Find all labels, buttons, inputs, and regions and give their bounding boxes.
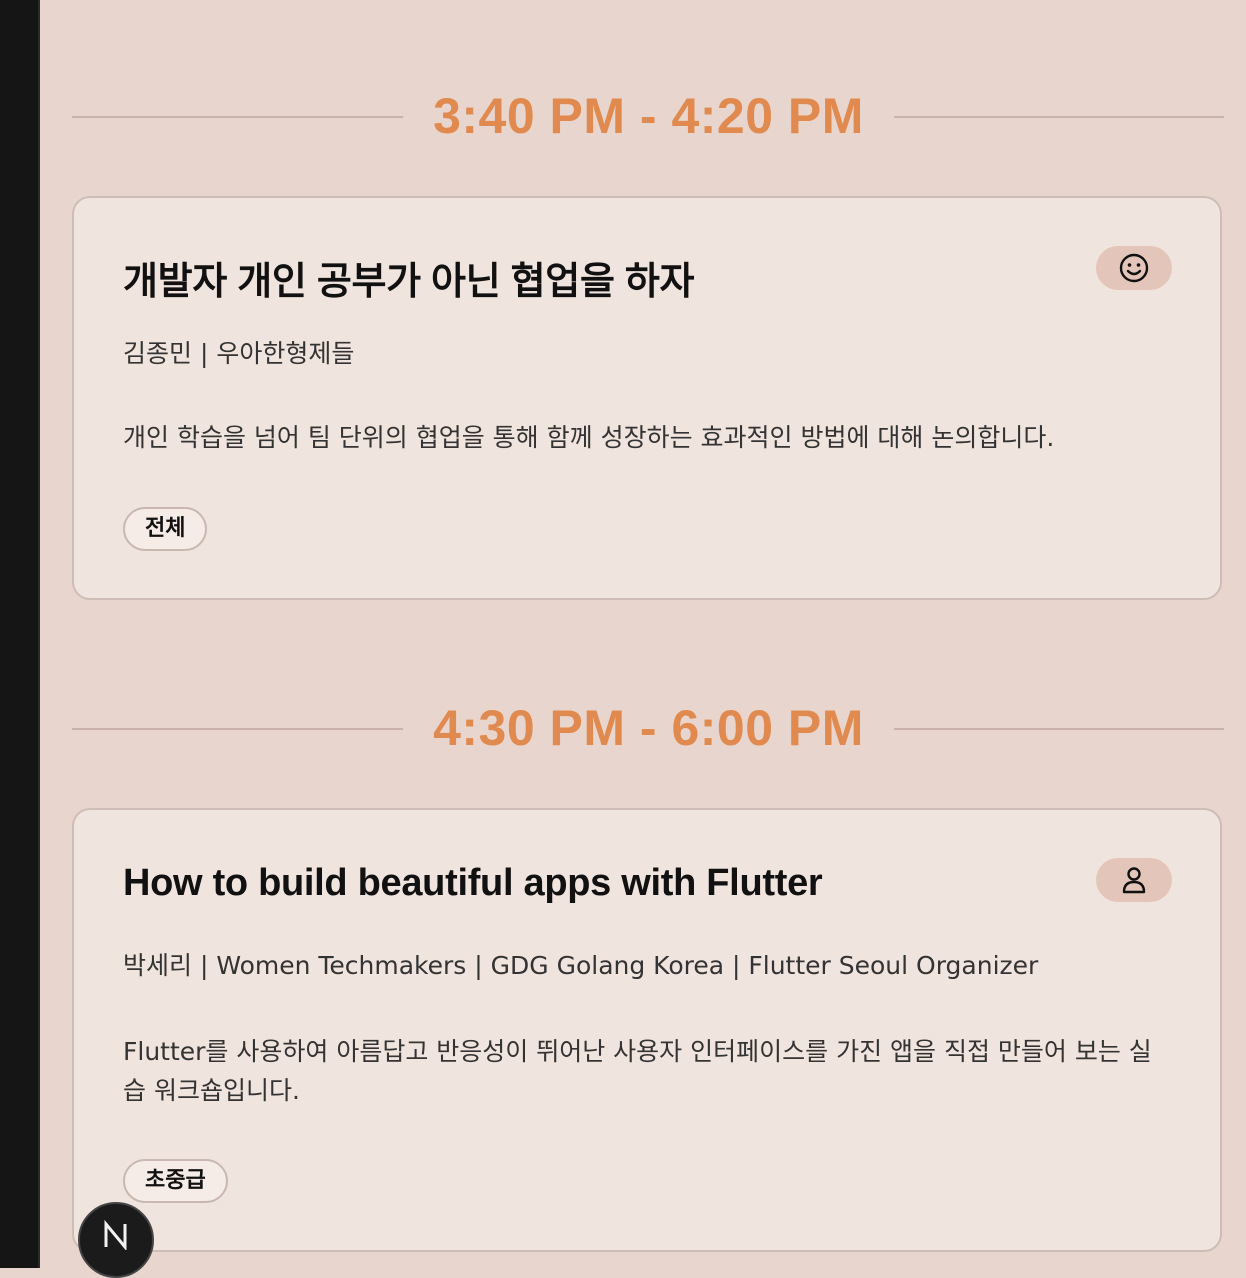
time-slot-header: 4:30 PM - 6:00 PM: [72, 698, 1224, 758]
session-speaker: 김종민 | 우아한형제들: [123, 339, 355, 368]
time-slot-label: 3:40 PM - 4:20 PM: [433, 88, 864, 144]
left-dark-bar: [0, 0, 40, 1268]
smiley-icon: [1119, 253, 1149, 283]
next-logo-icon: [104, 1220, 127, 1250]
user-icon: [1122, 867, 1146, 894]
session-title: 개발자 개인 공부가 아닌 협업을 하자: [123, 261, 695, 303]
divider-line: [72, 116, 403, 118]
session-card[interactable]: 개발자 개인 공부가 아닌 협업을 하자 김종민 | 우아한형제들 개인 학습을…: [72, 196, 1222, 600]
session-title: How to build beautiful apps with Flutter: [123, 862, 823, 904]
session-description: Flutter를 사용하여 아름답고 반응성이 뛰어난 사용자 인터페이스를 가…: [123, 1037, 1152, 1105]
time-slot-header: 3:40 PM - 4:20 PM: [72, 86, 1224, 146]
time-slot-label: 4:30 PM - 6:00 PM: [433, 700, 864, 756]
session-description: 개인 학습을 넘어 팀 단위의 협업을 통해 함께 성장하는 효과적인 방법에 …: [123, 423, 1055, 452]
level-tag: 전체: [123, 507, 208, 551]
divider-line: [894, 728, 1224, 730]
divider-line: [72, 728, 403, 730]
divider-line: [894, 116, 1224, 118]
nextjs-devtools-button[interactable]: [78, 1202, 154, 1278]
session-speaker: 박세리 | Women Techmakers | GDG Golang Kore…: [123, 951, 1039, 980]
session-icon-pill: [1096, 246, 1172, 290]
session-icon-pill: [1096, 858, 1172, 902]
session-card[interactable]: How to build beautiful apps with Flutter…: [72, 808, 1222, 1252]
level-tag: 초중급: [123, 1159, 228, 1203]
